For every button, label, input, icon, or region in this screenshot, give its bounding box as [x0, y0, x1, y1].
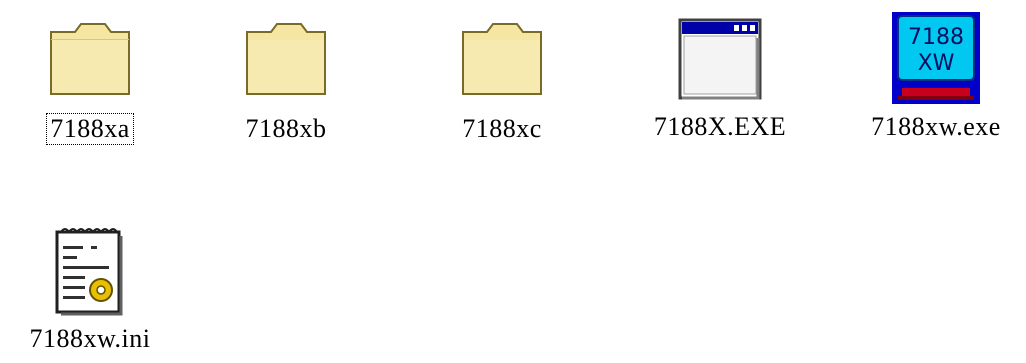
application-window-icon	[670, 8, 770, 108]
config-file-icon	[40, 220, 140, 320]
desktop-icon-7188xa[interactable]: 7188xa	[0, 8, 180, 145]
folder-icon	[452, 10, 552, 110]
folder-icon	[236, 10, 336, 110]
monitor-text-top: 7188	[908, 25, 964, 50]
icon-label: 7188xw.ini	[29, 324, 151, 353]
desktop-icon-7188xw-exe[interactable]: 7188 XW 7188xw.exe	[846, 8, 1026, 142]
desktop-icon-7188xb[interactable]: 7188xb	[196, 8, 376, 144]
desktop-icon-view: 7188xa 7188xb 7188xc 7188X.EXE 7188 XW 7…	[0, 0, 1026, 363]
desktop-icon-7188x-exe[interactable]: 7188X.EXE	[630, 8, 810, 142]
icon-label: 7188xc	[462, 114, 542, 143]
icon-label: 7188X.EXE	[653, 112, 787, 141]
desktop-icon-7188xc[interactable]: 7188xc	[412, 8, 592, 144]
icon-label: 7188xa	[46, 113, 134, 145]
monitor-app-icon: 7188 XW	[886, 8, 986, 108]
desktop-icon-7188xw-ini[interactable]: 7188xw.ini	[0, 220, 180, 354]
icon-label: 7188xb	[245, 114, 327, 143]
icon-label: 7188xw.exe	[871, 112, 1001, 141]
monitor-text-bottom: XW	[918, 51, 955, 76]
folder-icon	[40, 10, 140, 110]
